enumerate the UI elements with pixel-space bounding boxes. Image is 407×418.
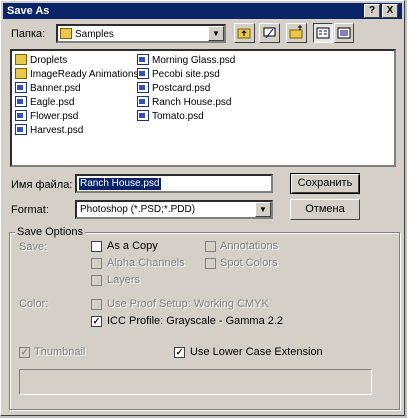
spot-colors-label: Spot Colors <box>220 257 278 269</box>
thumbnail-label: Thumbnail <box>34 346 86 358</box>
icc-profile-checkbox[interactable]: ✓ <box>91 316 102 327</box>
look-in-label: Папка: <box>11 28 46 40</box>
look-in-combobox[interactable]: Samples ▼ <box>56 24 226 43</box>
psd-file-icon <box>137 110 149 121</box>
chevron-down-icon[interactable]: ▼ <box>255 202 271 217</box>
warning-panel <box>19 369 372 395</box>
alpha-channels-checkbox[interactable] <box>91 258 102 269</box>
desktop-button[interactable] <box>259 23 280 43</box>
psd-file-icon <box>15 96 27 107</box>
title-bar: Save As ? X <box>3 3 402 19</box>
list-item[interactable]: Harvest.psd <box>15 124 83 136</box>
alpha-channels-label: Alpha Channels <box>107 257 185 269</box>
lower-case-label: Use Lower Case Extension <box>190 346 323 358</box>
psd-file-icon <box>15 124 27 135</box>
icc-profile-label: ICC Profile: Grayscale - Gamma 2.2 <box>107 315 284 327</box>
thumbnail-checkbox[interactable]: ✓ <box>19 347 30 358</box>
up-folder-button[interactable] <box>234 23 255 43</box>
folder-icon <box>15 54 27 65</box>
filename-value: Ranch House.psd <box>79 178 161 190</box>
dialog-title: Save As <box>7 5 50 17</box>
list-item[interactable]: Eagle.psd <box>15 96 74 108</box>
format-combobox[interactable]: Photoshop (*.PSD;*.PDD) ▼ <box>75 200 273 219</box>
use-proof-checkbox[interactable] <box>91 299 102 310</box>
psd-file-icon <box>15 82 27 93</box>
save-options-title: Save Options <box>15 226 86 238</box>
as-copy-label: As a Copy <box>107 240 158 252</box>
desktop-icon <box>263 27 276 39</box>
details-view-icon <box>337 27 351 39</box>
use-proof-label: Use Proof Setup: Working CMYK <box>107 298 269 310</box>
psd-file-icon <box>137 96 149 107</box>
format-label: Format: <box>11 204 49 216</box>
save-as-dialog: Save As ? X Папка: Samples ▼ Droplets Im… <box>0 0 405 416</box>
list-view-button[interactable] <box>313 23 333 43</box>
layers-checkbox[interactable] <box>91 275 102 286</box>
list-item[interactable]: Banner.psd <box>15 82 81 94</box>
look-in-value: Samples <box>75 29 114 40</box>
chevron-down-icon[interactable]: ▼ <box>208 26 224 41</box>
save-label: Save: <box>19 241 48 253</box>
annotations-checkbox[interactable] <box>205 241 216 252</box>
psd-file-icon <box>137 82 149 93</box>
psd-file-icon <box>15 110 27 121</box>
save-button[interactable]: Сохранить <box>290 173 360 194</box>
as-copy-checkbox[interactable] <box>91 241 102 252</box>
spot-colors-checkbox[interactable] <box>205 258 216 269</box>
list-view-icon <box>316 27 330 39</box>
file-list[interactable]: Droplets ImageReady Animations Banner.ps… <box>10 49 396 167</box>
list-item[interactable]: Ranch House.psd <box>137 96 232 108</box>
list-item[interactable]: Flower.psd <box>15 110 78 122</box>
list-item[interactable]: Postcard.psd <box>137 82 210 94</box>
filename-label: Имя файла: <box>11 179 73 191</box>
format-value: Photoshop (*.PSD;*.PDD) <box>80 204 196 215</box>
up-folder-icon <box>237 28 251 39</box>
folder-icon <box>60 28 72 39</box>
new-folder-icon <box>289 25 303 39</box>
list-item[interactable]: Droplets <box>15 54 67 66</box>
layers-label: Layers <box>107 274 141 286</box>
color-label: Color: <box>19 298 49 310</box>
list-item[interactable]: Morning Glass.psd <box>137 54 235 66</box>
cancel-button[interactable]: Отмена <box>290 199 360 220</box>
psd-file-icon <box>137 68 149 79</box>
psd-file-icon <box>137 54 149 65</box>
help-button[interactable]: ? <box>364 4 380 18</box>
details-view-button[interactable] <box>334 23 354 43</box>
lower-case-checkbox[interactable]: ✓ <box>174 347 185 358</box>
list-item[interactable]: Tomato.psd <box>137 110 204 122</box>
close-button[interactable]: X <box>382 4 398 18</box>
list-item[interactable]: ImageReady Animations <box>15 68 138 80</box>
new-folder-button[interactable] <box>286 23 307 43</box>
annotations-label: Annotations <box>220 240 279 252</box>
folder-icon <box>15 68 27 79</box>
filename-input[interactable]: Ranch House.psd <box>75 174 273 193</box>
list-item[interactable]: Pecobi site.psd <box>137 68 220 80</box>
